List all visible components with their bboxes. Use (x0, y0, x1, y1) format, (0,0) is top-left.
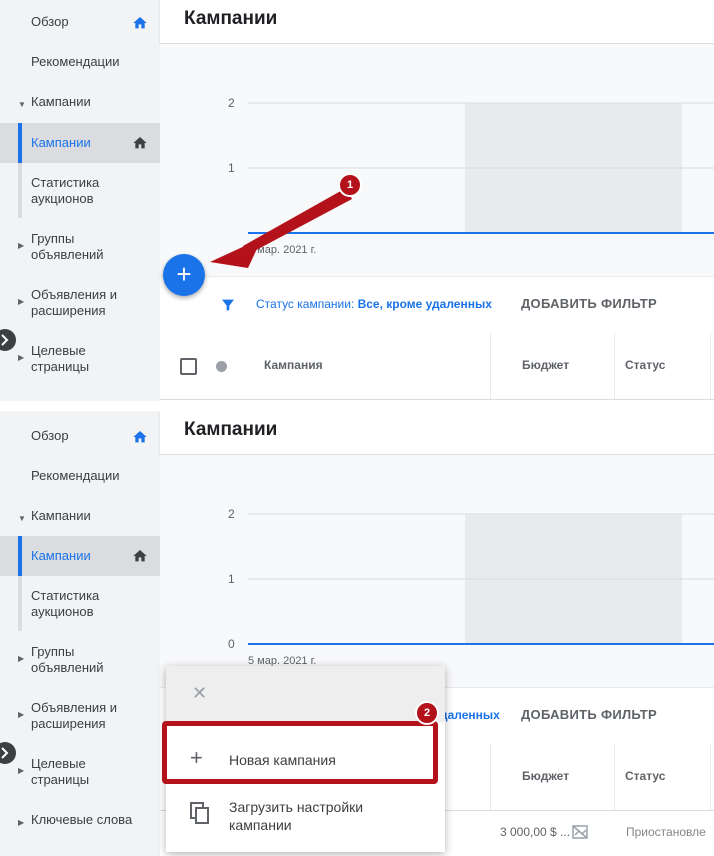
separator (0, 401, 714, 411)
page-header: Кампании (160, 411, 714, 455)
performance-chart: 2105 мар. 2021 г. (160, 455, 714, 687)
filter-value: даленных (440, 708, 500, 722)
column-budget[interactable]: Бюджет (522, 769, 569, 783)
sidebar-item-label: Кампании (31, 508, 91, 523)
sidebar-item-overview[interactable]: Обзор (0, 428, 160, 446)
sidebar-item-auction-insights[interactable]: Статистика аукционов (0, 588, 160, 622)
plus-icon: + (176, 259, 192, 289)
home-icon (133, 431, 147, 443)
column-divider (614, 744, 615, 810)
caret-right-icon: ▶ (18, 710, 25, 719)
row-status: Приостановле (626, 825, 706, 839)
status-filter-chip[interactable]: даленных (440, 708, 500, 722)
y-tick-label: 1 (228, 572, 235, 586)
sidebar-item-label: Кампании (31, 548, 91, 563)
annotation-arrow (210, 188, 352, 268)
y-tick-label: 0 (228, 637, 235, 651)
caret-right-icon: ▶ (18, 766, 25, 775)
sidebar-item-ads[interactable]: ▶ Объявления и расширения (0, 700, 160, 734)
screenshot-step-2: Обзор Рекомендации ▼ Кампании Кампании С… (0, 411, 714, 856)
home-icon (133, 550, 147, 562)
y-tick-label: 2 (228, 507, 235, 521)
active-indicator (18, 536, 22, 576)
menu-item-label: Загрузить настройки кампании (229, 799, 364, 833)
step-badge: 2 (415, 701, 439, 725)
copy-icon (190, 802, 209, 824)
sidebar-item-ad-groups[interactable]: ▶ Группы объявлений (0, 644, 160, 678)
sidebar-item-recommendations[interactable]: Рекомендации (0, 468, 160, 486)
row-budget[interactable]: 3 000,00 $ ... (500, 825, 570, 839)
highlight-frame (162, 721, 438, 784)
caret-right-icon: ▶ (18, 818, 25, 827)
sidebar-item-label: Рекомендации (31, 468, 120, 483)
column-divider (490, 744, 491, 810)
popup-header: ✕ (166, 666, 445, 722)
sidebar-item-label: Ключевые слова (31, 812, 133, 827)
screenshot-step-1: Обзор Рекомендации ▼ Кампании Кампании С… (0, 0, 714, 401)
column-divider (710, 744, 711, 810)
add-filter-button[interactable]: ДОБАВИТЬ ФИЛЬТР (521, 707, 657, 722)
sidebar-item-label: Обзор (31, 428, 69, 443)
sidebar-item-campaigns-group[interactable]: ▼ Кампании (0, 508, 160, 526)
column-status[interactable]: Статус (625, 769, 665, 783)
page-title: Кампании (184, 419, 278, 440)
sidebar-item-label: Статистика аукционов (31, 588, 100, 619)
sidebar: Обзор Рекомендации ▼ Кампании Кампании С… (0, 411, 160, 856)
sidebar-item-landing-pages[interactable]: ▶ Целевые страницы (0, 756, 160, 790)
chevron-right-icon (1, 747, 9, 759)
caret-down-icon: ▼ (18, 514, 26, 523)
add-campaign-fab[interactable]: + (163, 254, 205, 296)
chart-off-icon[interactable] (572, 824, 588, 840)
sidebar-item-keywords[interactable]: ▶ Ключевые слова (0, 812, 160, 830)
step-badge: 1 (338, 173, 362, 197)
caret-right-icon: ▶ (18, 654, 25, 663)
close-icon[interactable]: ✕ (192, 683, 207, 704)
sidebar-item-label: Целевые страницы (31, 756, 90, 787)
chart-svg: 2105 мар. 2021 г. (228, 507, 714, 667)
sidebar-item-campaigns[interactable]: Кампании (0, 536, 160, 576)
sidebar-item-label: Объявления и расширения (31, 700, 118, 731)
sidebar-item-label: Группы объявлений (31, 644, 104, 675)
